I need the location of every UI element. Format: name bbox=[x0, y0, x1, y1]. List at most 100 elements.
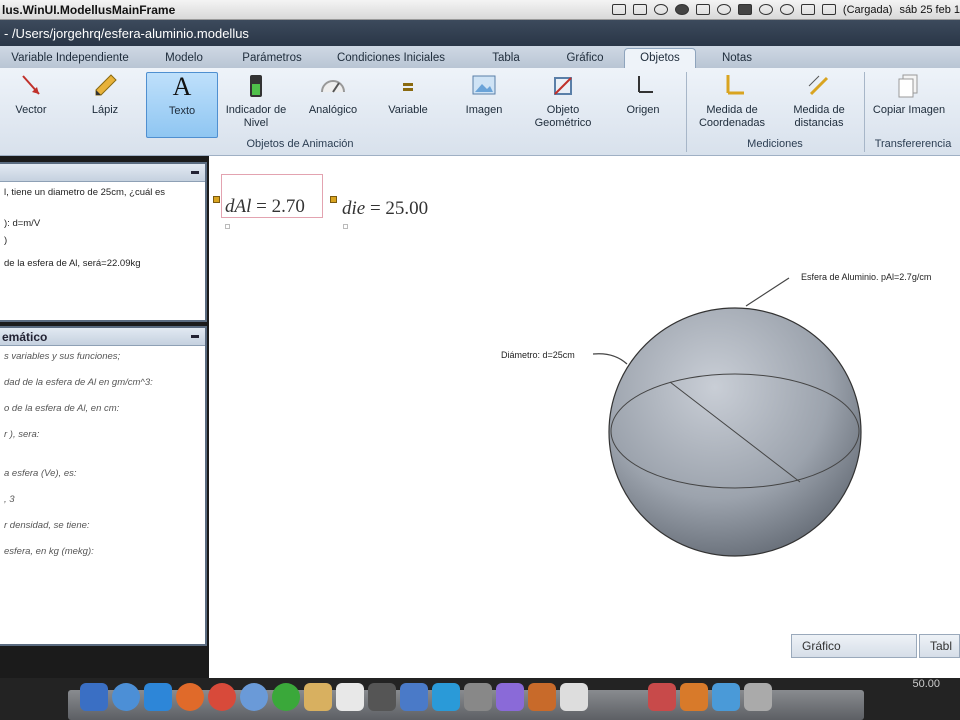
grid-icon[interactable] bbox=[695, 4, 710, 15]
app-icon[interactable] bbox=[680, 683, 708, 711]
model-panel-header: emático bbox=[0, 328, 205, 346]
anchor-handle[interactable] bbox=[343, 224, 348, 229]
app-icon[interactable] bbox=[528, 683, 556, 711]
tab-grafico[interactable]: Gráfico bbox=[546, 52, 624, 68]
screen-record-icon[interactable] bbox=[611, 4, 626, 15]
tab-condiciones-iniciales[interactable]: Condiciones Iniciales bbox=[316, 52, 466, 68]
app-icon[interactable] bbox=[560, 683, 588, 711]
volume-icon[interactable] bbox=[800, 4, 815, 15]
chrome-icon[interactable] bbox=[208, 683, 236, 711]
variable-dal-display[interactable]: dAl = 2.70 bbox=[225, 196, 305, 218]
image-button[interactable]: Imagen bbox=[452, 72, 516, 138]
resize-handle[interactable] bbox=[213, 196, 220, 203]
copy-image-button[interactable]: Copiar Imagen bbox=[870, 72, 948, 138]
firefox-icon[interactable] bbox=[176, 683, 204, 711]
notes-panel-header bbox=[0, 164, 205, 182]
pencil-button[interactable]: Lápiz bbox=[74, 72, 136, 138]
battery-status: (Cargada) bbox=[842, 3, 893, 16]
ribbon-separator bbox=[686, 72, 687, 152]
resize-handle[interactable] bbox=[330, 196, 337, 203]
variable-button[interactable]: Variable bbox=[376, 72, 440, 138]
tab-modelo[interactable]: Modelo bbox=[140, 52, 228, 68]
text-icon: A bbox=[172, 72, 192, 101]
wifi-icon[interactable] bbox=[779, 4, 794, 15]
text-label: Texto bbox=[168, 105, 196, 117]
photo-icon[interactable] bbox=[368, 683, 396, 711]
chrome-status-icon[interactable] bbox=[674, 4, 689, 15]
bluetooth-icon[interactable] bbox=[758, 4, 773, 15]
display-icon[interactable] bbox=[737, 4, 752, 15]
sphere-label[interactable]: Esfera de Aluminio. pAl=2.7g/cm bbox=[801, 272, 931, 282]
notes-text[interactable]: l, tiene un diametro de 25cm, ¿cuál es )… bbox=[0, 182, 205, 278]
diameter-label[interactable]: Diámetro: d=25cm bbox=[501, 350, 575, 360]
vector-label: Vector bbox=[15, 104, 47, 116]
text-button[interactable]: A Texto bbox=[146, 72, 218, 138]
model-panel-title: emático bbox=[2, 329, 48, 344]
origin-label: Origen bbox=[626, 104, 660, 116]
battery-icon[interactable] bbox=[821, 4, 836, 15]
status-area: (Cargada) sáb 25 feb 1 bbox=[611, 3, 960, 16]
tab-parametros[interactable]: Parámetros bbox=[228, 52, 316, 68]
minimize-icon[interactable] bbox=[191, 335, 199, 338]
variable-label: Variable bbox=[388, 104, 428, 116]
coordinates-icon bbox=[718, 72, 746, 100]
app-icon[interactable] bbox=[712, 683, 740, 711]
image-icon bbox=[470, 72, 498, 100]
power-icon[interactable] bbox=[716, 4, 731, 15]
model-text[interactable]: s variables y sus funciones; dad de la e… bbox=[0, 346, 205, 575]
distance-icon bbox=[805, 72, 833, 100]
tab-variable-independiente[interactable]: Variable Independiente bbox=[0, 52, 140, 68]
ribbon: Vector Lápiz A Texto Indicador de Nivel … bbox=[0, 68, 960, 156]
model-line: o de la esfera de Al, en cm: bbox=[4, 403, 120, 414]
mail-icon[interactable] bbox=[144, 683, 172, 711]
tab-objetos[interactable]: Objetos bbox=[624, 48, 696, 68]
analog-button[interactable]: Analógico bbox=[300, 72, 366, 138]
app-icon[interactable] bbox=[744, 683, 772, 711]
bottom-status: 50.00 bbox=[912, 678, 940, 690]
variable-die-display[interactable]: die = 25.00 bbox=[342, 198, 428, 220]
notes-panel: l, tiene un diametro de 25cm, ¿cuál es )… bbox=[0, 162, 207, 322]
variable-icon bbox=[394, 72, 422, 100]
animation-canvas[interactable]: dAl = 2.70 die = 25.00 Esfera de Alumini… bbox=[209, 156, 960, 678]
safari-icon[interactable] bbox=[240, 683, 268, 711]
distance-label: Medida de distancias bbox=[793, 104, 845, 129]
variable-die-value: = 25.00 bbox=[369, 198, 429, 219]
app-icon[interactable] bbox=[648, 683, 676, 711]
model-line: s variables y sus funciones; bbox=[4, 351, 121, 362]
sync-icon[interactable] bbox=[653, 4, 668, 15]
finder-icon[interactable] bbox=[80, 683, 108, 711]
tab-notas[interactable]: Notas bbox=[696, 52, 778, 68]
appstore-icon[interactable] bbox=[432, 683, 460, 711]
calendar-icon[interactable] bbox=[336, 683, 364, 711]
messages-icon[interactable] bbox=[272, 683, 300, 711]
geometric-object-icon bbox=[549, 72, 577, 100]
dashboard-icon[interactable] bbox=[112, 683, 140, 711]
tab-grafico-window[interactable]: Gráfico bbox=[791, 634, 917, 658]
notes-line: de la esfera de Al, será=22.09kg bbox=[4, 258, 141, 269]
geometric-object-label: Objeto Geométrico bbox=[534, 104, 592, 129]
model-line: r densidad, se tiene: bbox=[4, 520, 90, 531]
tab-tabla-window[interactable]: Tabl bbox=[919, 634, 960, 658]
geometric-object-button[interactable]: Objeto Geométrico bbox=[528, 72, 598, 138]
level-indicator-button[interactable]: Indicador de Nivel bbox=[222, 72, 290, 138]
minimize-icon[interactable] bbox=[191, 171, 199, 174]
variable-dal-value: = 2.70 bbox=[256, 196, 305, 217]
tab-tabla[interactable]: Tabla bbox=[466, 52, 546, 68]
coordinates-label: Medida de Coordenadas bbox=[698, 104, 766, 129]
contacts-icon[interactable] bbox=[304, 683, 332, 711]
origin-button[interactable]: Origen bbox=[612, 72, 674, 138]
preferences-icon[interactable] bbox=[464, 683, 492, 711]
itunes-icon[interactable] bbox=[400, 683, 428, 711]
distance-button[interactable]: Medida de distancias bbox=[780, 72, 858, 138]
window-title: - /Users/jorgehrq/esfera-aluminio.modell… bbox=[4, 25, 249, 41]
model-line: a esfera (Ve), es: bbox=[4, 468, 77, 479]
clock[interactable]: sáb 25 feb 1 bbox=[899, 4, 960, 16]
anchor-handle[interactable] bbox=[225, 224, 230, 229]
model-line: , 3 bbox=[4, 494, 15, 505]
app-title[interactable]: lus.WinUI.ModellusMainFrame bbox=[0, 3, 175, 17]
coordinates-button[interactable]: Medida de Coordenadas bbox=[690, 72, 774, 138]
vector-icon bbox=[17, 72, 45, 100]
app-icon[interactable] bbox=[496, 683, 524, 711]
document-icon[interactable] bbox=[632, 4, 647, 15]
vector-button[interactable]: Vector bbox=[2, 72, 60, 138]
